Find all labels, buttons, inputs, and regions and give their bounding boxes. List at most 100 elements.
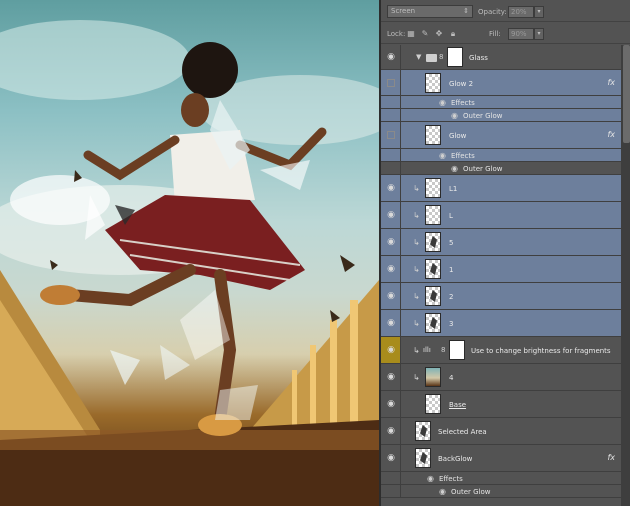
layer-thumbnail <box>415 448 431 468</box>
clipping-arrow-icon: ↳ <box>413 346 420 355</box>
scrollbar-thumb[interactable] <box>623 45 630 143</box>
layer-thumbnail <box>425 394 441 414</box>
layer-row-selected-area[interactable]: ◉ Selected Area <box>381 418 621 445</box>
layer-name: 1 <box>449 266 454 274</box>
effects-label: Effects <box>439 475 463 483</box>
fill-dropdown-icon[interactable]: ▾ <box>534 28 544 40</box>
layer-name: Use to change brightness for fragments <box>471 347 611 355</box>
visibility-toggle[interactable]: ◉ <box>381 256 401 282</box>
fx-icon[interactable]: fx <box>607 78 615 87</box>
lock-transparent-pixels-icon[interactable]: ▦ <box>407 30 415 38</box>
hidden-box-icon <box>387 79 395 87</box>
eye-icon: ◉ <box>387 453 395 463</box>
layer-name: L <box>449 212 453 220</box>
layer-name: 2 <box>449 293 454 301</box>
photo-artwork <box>0 20 379 506</box>
layer-thumbnail <box>425 367 441 387</box>
document-canvas[interactable] <box>0 0 379 506</box>
fx-icon[interactable]: fx <box>607 130 615 139</box>
layer-thumbnail <box>425 286 441 306</box>
layer-thumbnail <box>425 125 441 145</box>
mask-thumbnail <box>447 47 463 67</box>
clipping-arrow-icon: ↳ <box>413 184 420 193</box>
layers-scrollbar[interactable] <box>621 45 630 506</box>
effects-row[interactable]: ◉ Effects <box>381 472 621 485</box>
chain-link-icon: 8 <box>439 53 444 61</box>
visibility-toggle[interactable]: ◉ <box>381 310 401 336</box>
layer-row-glow-2[interactable]: Glow 2 fx <box>381 70 621 96</box>
visibility-toggle[interactable]: ◉ <box>381 418 401 444</box>
layer-name: Glow 2 <box>449 80 474 88</box>
visibility-toggle[interactable]: ◉ <box>381 202 401 228</box>
visibility-toggle[interactable]: ◉ <box>381 391 401 417</box>
eye-icon: ◉ <box>387 345 395 355</box>
eye-icon: ◉ <box>387 52 395 62</box>
blend-mode-select[interactable]: Screen ⇕ <box>387 5 473 18</box>
layer-row-glow[interactable]: Glow fx <box>381 122 621 149</box>
fill-label: Fill: <box>489 30 501 38</box>
opacity-field[interactable]: 20% <box>508 6 534 18</box>
visibility-toggle[interactable]: ◉ <box>381 175 401 201</box>
visibility-toggle[interactable]: ◉ <box>381 229 401 255</box>
opacity-label: Opacity: <box>478 8 507 16</box>
eye-icon[interactable]: ◉ <box>439 98 446 107</box>
visibility-toggle[interactable]: ◉ <box>381 445 401 471</box>
layer-row-2[interactable]: ◉ ↳ 2 <box>381 283 621 310</box>
lock-all-icon[interactable]: 🔒︎ <box>449 30 457 38</box>
lock-fill-row: Lock: ▦ ✎ ✥ 🔒︎ Fill: 90% ▾ <box>381 22 630 44</box>
visibility-cell <box>381 485 401 497</box>
layer-name: Glass <box>469 54 488 62</box>
layers-panel: Screen ⇕ Opacity: 20% ▾ Lock: ▦ ✎ ✥ 🔒︎ F… <box>379 0 630 506</box>
eye-icon[interactable]: ◉ <box>451 164 458 173</box>
collapse-triangle-icon[interactable]: ▼ <box>416 53 421 61</box>
visibility-toggle[interactable]: ◉ <box>381 283 401 309</box>
layer-name: L1 <box>449 185 458 193</box>
eye-icon: ◉ <box>387 372 395 382</box>
layer-row-l[interactable]: ◉ ↳ L <box>381 202 621 229</box>
fill-field[interactable]: 90% <box>508 28 534 40</box>
layer-row-4[interactable]: ◉ ↳ 4 <box>381 364 621 391</box>
blend-mode-value: Screen <box>391 7 416 15</box>
layer-thumbnail <box>425 232 441 252</box>
effect-name: Outer Glow <box>451 488 491 496</box>
eye-icon[interactable]: ◉ <box>439 487 446 496</box>
layer-row-3[interactable]: ◉ ↳ 3 <box>381 310 621 337</box>
visibility-cell <box>381 162 401 174</box>
layer-row-5[interactable]: ◉ ↳ 5 <box>381 229 621 256</box>
layer-row-base[interactable]: ◉ Base <box>381 391 621 418</box>
lock-image-pixels-icon[interactable]: ✎ <box>421 30 429 38</box>
layer-row-backglow[interactable]: ◉ BackGlow fx <box>381 445 621 472</box>
visibility-cell <box>381 149 401 161</box>
visibility-toggle[interactable] <box>381 70 401 95</box>
opacity-dropdown-icon[interactable]: ▾ <box>534 6 544 18</box>
fx-icon[interactable]: fx <box>607 453 615 462</box>
layer-row-brightness-adjustment[interactable]: ◉ ↳ ıllı 8 Use to change brightness for … <box>381 337 621 364</box>
effects-row[interactable]: ◉ Effects <box>381 96 621 109</box>
layer-thumbnail <box>425 205 441 225</box>
effect-outer-glow-row[interactable]: ◉ Outer Glow <box>381 485 621 498</box>
layer-row-l1[interactable]: ◉ ↳ L1 <box>381 175 621 202</box>
visibility-toggle[interactable]: ◉ <box>381 364 401 390</box>
clipping-arrow-icon: ↳ <box>413 211 420 220</box>
visibility-toggle[interactable] <box>381 122 401 148</box>
clipping-arrow-icon: ↳ <box>413 265 420 274</box>
eye-icon[interactable]: ◉ <box>427 474 434 483</box>
visibility-toggle[interactable]: ◉ <box>381 337 401 363</box>
effect-outer-glow-row[interactable]: ◉ Outer Glow <box>381 162 621 175</box>
eye-icon: ◉ <box>387 318 395 328</box>
effects-label: Effects <box>451 99 475 107</box>
lock-position-icon[interactable]: ✥ <box>435 30 443 38</box>
effects-row[interactable]: ◉ Effects <box>381 149 621 162</box>
effect-outer-glow-row[interactable]: ◉ Outer Glow <box>381 109 621 122</box>
blend-opacity-row: Screen ⇕ Opacity: 20% ▾ <box>381 0 630 22</box>
visibility-toggle[interactable]: ◉ <box>381 45 401 69</box>
layer-name: 4 <box>449 374 454 382</box>
eye-icon[interactable]: ◉ <box>451 111 458 120</box>
layer-row-1[interactable]: ◉ ↳ 1 <box>381 256 621 283</box>
layer-thumbnail <box>425 313 441 333</box>
eye-icon[interactable]: ◉ <box>439 151 446 160</box>
layer-name: 3 <box>449 320 454 328</box>
layer-name: BackGlow <box>438 455 473 463</box>
layer-row-glass[interactable]: ◉ ▼ 8 Glass <box>381 45 621 70</box>
clipping-arrow-icon: ↳ <box>413 319 420 328</box>
